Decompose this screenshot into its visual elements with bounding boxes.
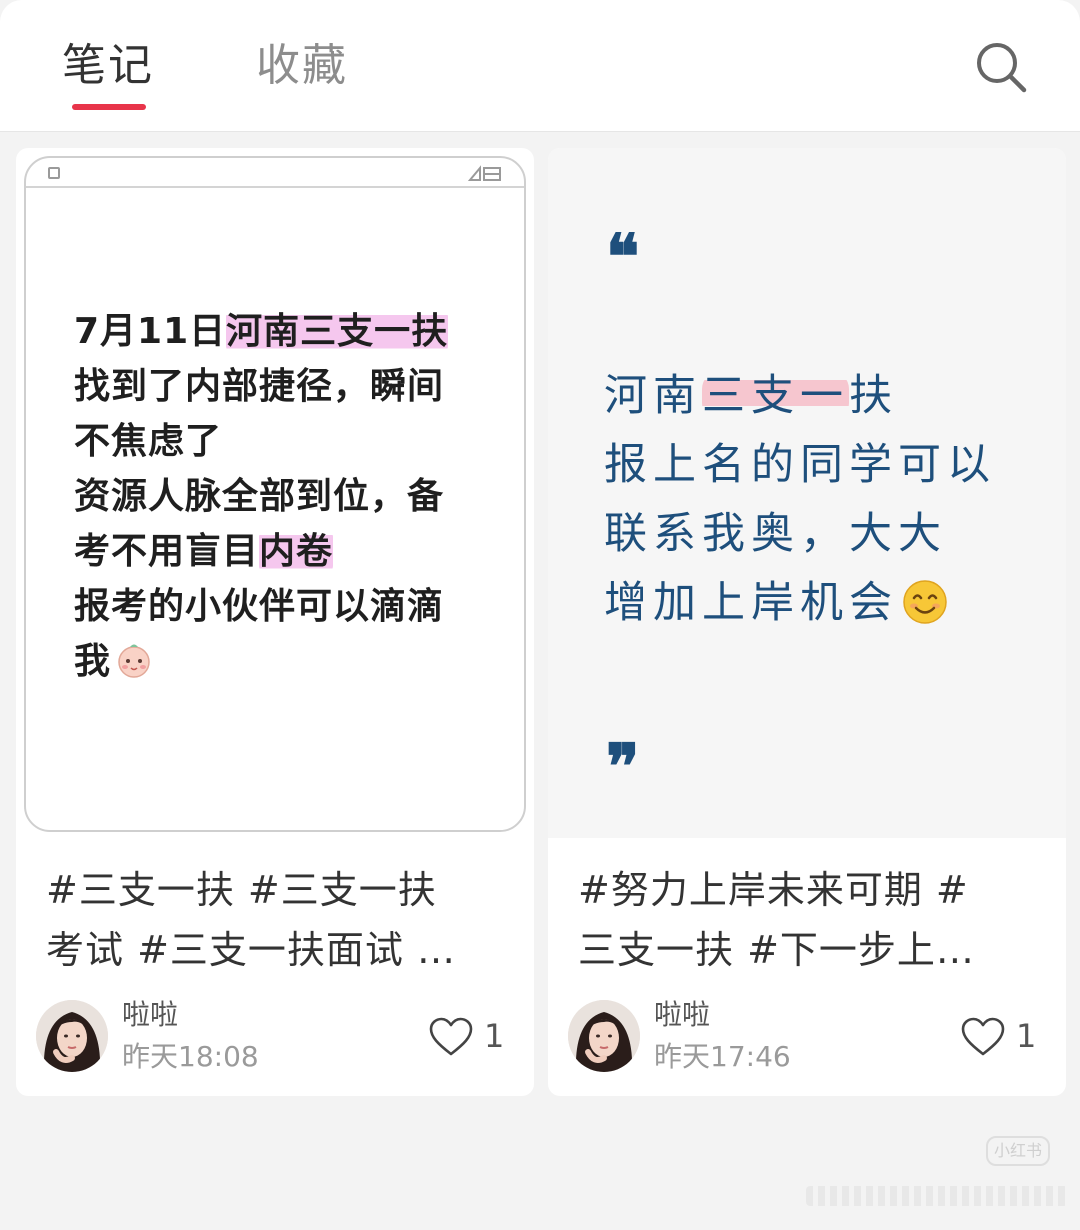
cover-text: 7月11日河南三支一扶 找到了内部捷径，瞬间 不焦虑了 资源人脉全部到位，备 考… xyxy=(74,304,494,689)
cover-line: 联系我奥，大大 xyxy=(604,509,947,559)
caption-line: 三支一扶 #下一步上… xyxy=(578,928,975,972)
cover-line: 报考的小伙伴可以滴滴 xyxy=(74,586,445,627)
watermark-stripe xyxy=(806,1186,1068,1206)
signal-battery-icon xyxy=(468,165,501,181)
highlight-text: 河南三支一扶 xyxy=(226,311,449,352)
open-quote-icon: ❝ xyxy=(606,220,640,293)
avatar-image xyxy=(36,1000,108,1072)
like-count: 1 xyxy=(484,1017,505,1055)
post-time: 昨天18:08 xyxy=(122,1040,259,1073)
author-name[interactable]: 啦啦 xyxy=(122,998,178,1032)
avatar-image xyxy=(568,1000,640,1072)
tab-notes[interactable]: 笔记 xyxy=(62,38,154,94)
memo-status-bar xyxy=(26,158,524,188)
top-tab-bar: 笔记 收藏 xyxy=(0,0,1080,132)
caption-line: #努力上岸未来可期 # xyxy=(578,868,969,912)
cover-text: 河南三支一扶 报上名的同学可以 联系我奥，大大 增加上岸机会 xyxy=(604,362,1044,638)
cover-line: 报上名的同学可以 xyxy=(604,440,996,490)
note-caption[interactable]: #努力上岸未来可期 # 三支一扶 #下一步上… xyxy=(578,860,1028,980)
cover-line: 找到了内部捷径，瞬间 xyxy=(74,366,445,407)
search-icon[interactable] xyxy=(972,38,1030,96)
avatar[interactable] xyxy=(568,1000,640,1072)
heart-icon[interactable] xyxy=(428,1016,474,1058)
tab-favorites[interactable]: 收藏 xyxy=(256,38,348,94)
note-cover-image[interactable]: 7月11日河南三支一扶 找到了内部捷径，瞬间 不焦虑了 资源人脉全部到位，备 考… xyxy=(24,156,526,832)
heart-icon[interactable] xyxy=(960,1016,1006,1058)
note-caption[interactable]: #三支一扶 #三支一扶 考试 #三支一扶面试 … xyxy=(46,860,496,980)
smiling-face-icon xyxy=(903,580,947,624)
close-quote-icon: ❞ xyxy=(606,730,640,803)
caption-line: 考试 #三支一扶面试 … xyxy=(46,928,456,972)
cover-line: 我 xyxy=(74,634,494,689)
cover-line: 增加上岸机会 xyxy=(604,569,1044,638)
cover-line: 河南三支一扶 xyxy=(604,371,898,421)
note-cover-image[interactable]: ❝ 河南三支一扶 报上名的同学可以 联系我奥，大大 增加上岸机会 ❞ xyxy=(548,148,1066,838)
active-tab-indicator xyxy=(72,104,146,110)
cover-line: 7月11日河南三支一扶 xyxy=(74,311,449,352)
square-icon xyxy=(48,167,60,179)
watermark-logo: 小红书 xyxy=(986,1136,1050,1166)
cover-line: 不焦虑了 xyxy=(74,421,223,462)
author-name[interactable]: 啦啦 xyxy=(654,998,710,1032)
highlight-text: 内卷 xyxy=(259,531,334,572)
note-card[interactable]: ❝ 河南三支一扶 报上名的同学可以 联系我奥，大大 增加上岸机会 ❞ #努力上岸… xyxy=(548,148,1066,1096)
note-card[interactable]: 7月11日河南三支一扶 找到了内部捷径，瞬间 不焦虑了 资源人脉全部到位，备 考… xyxy=(16,148,534,1096)
highlight-text: 三支一 xyxy=(702,371,849,421)
caption-line: #三支一扶 #三支一扶 xyxy=(46,868,437,912)
avatar[interactable] xyxy=(36,1000,108,1072)
post-time: 昨天17:46 xyxy=(654,1040,791,1073)
cover-line: 考不用盲目内卷 xyxy=(74,531,334,572)
like-count: 1 xyxy=(1016,1017,1037,1055)
cover-line: 资源人脉全部到位，备 xyxy=(74,476,445,517)
baby-face-icon xyxy=(118,644,150,678)
